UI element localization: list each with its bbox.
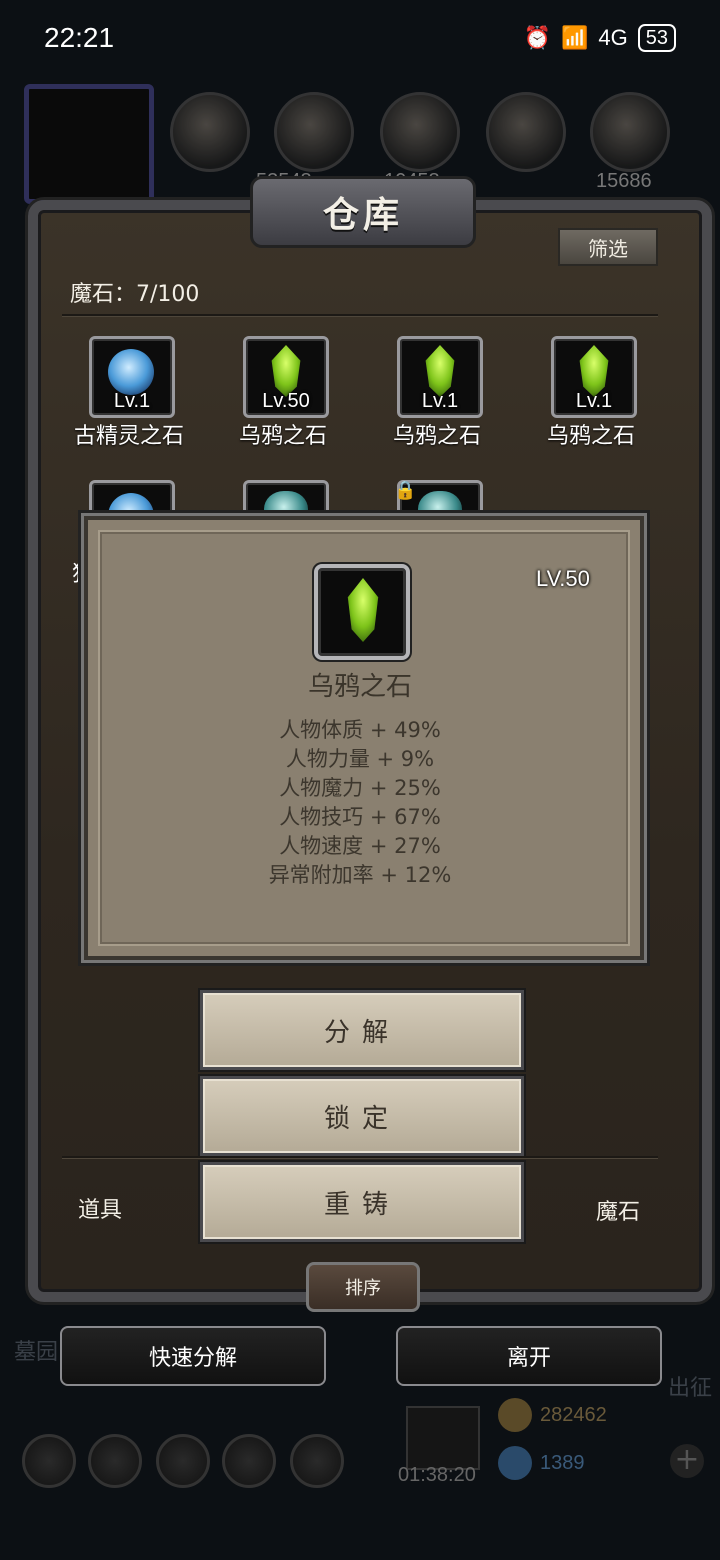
gift-timer: 01:38:20 <box>398 1464 476 1486</box>
avatar[interactable] <box>24 84 154 204</box>
quick-decompose-button[interactable]: 快速分解 <box>60 1326 326 1386</box>
tab-magic-stones[interactable]: 魔石 <box>596 1194 640 1226</box>
leave-button[interactable]: 离开 <box>396 1326 662 1386</box>
location-label: 墓园 <box>14 1340 59 1365</box>
mail-icon[interactable] <box>222 1434 276 1488</box>
settings-icon[interactable] <box>22 1434 76 1488</box>
status-bar: 22:21 ⏰ 📶 4G 53 <box>0 0 720 80</box>
item-level: Lv.1 <box>575 390 613 412</box>
gold-icon <box>498 1398 532 1432</box>
status-time: 22:21 <box>44 22 115 53</box>
resource-wood-icon <box>274 92 354 172</box>
divider <box>62 1156 658 1159</box>
stat-line: 人物力量 + 9% <box>285 747 435 771</box>
filter-button[interactable]: 筛选 <box>558 228 658 266</box>
lock-button[interactable]: 锁定 <box>200 1076 524 1156</box>
sort-button[interactable]: 排序 <box>306 1262 420 1312</box>
gem-amount: 1389 <box>540 1452 585 1474</box>
stat-line: 人物魔力 + 25% <box>279 776 441 800</box>
wifi-icon: 📶 <box>560 25 589 50</box>
panel-title: 仓库 <box>250 176 476 248</box>
divider <box>62 314 658 317</box>
lock-icon: 🔒 <box>394 480 417 501</box>
chat-icon[interactable] <box>290 1434 344 1488</box>
item-slot[interactable]: Lv.1 <box>89 336 175 418</box>
inventory-item[interactable]: Lv.1 古精灵之石 <box>54 336 204 450</box>
stat-line: 人物速度 + 27% <box>279 834 441 858</box>
network-label: 4G <box>598 25 628 50</box>
expedition-label[interactable]: 出征 <box>668 1370 712 1402</box>
item-name: 乌鸦之石 <box>546 424 635 449</box>
stat-line: 人物技巧 + 67% <box>279 805 441 829</box>
reforge-button[interactable]: 重铸 <box>200 1162 524 1242</box>
add-icon[interactable]: + <box>670 1444 704 1478</box>
green-crystal-icon <box>347 578 379 642</box>
resource-amount: 15686 <box>596 170 652 192</box>
item-slot[interactable]: Lv.1 <box>551 336 637 418</box>
resource-iron-icon <box>590 92 670 172</box>
resource-stone-icon <box>380 92 460 172</box>
detail-item-icon <box>314 564 410 660</box>
alarm-icon: ⏰ <box>523 25 551 50</box>
gem-count-label: 魔石：7/100 <box>70 282 200 307</box>
badge-icon[interactable] <box>88 1434 142 1488</box>
item-slot[interactable]: Lv.1 <box>397 336 483 418</box>
stat-line: 异常附加率 + 12% <box>268 863 452 887</box>
status-icons: ⏰ 📶 4G 53 <box>524 24 676 52</box>
resource-meat-icon <box>170 92 250 172</box>
detail-stats: 人物体质 + 49% 人物力量 + 9% 人物魔力 + 25% 人物技巧 + 6… <box>84 716 636 890</box>
item-name: 乌鸦之石 <box>238 424 327 449</box>
inventory-item[interactable]: Lv.50 乌鸦之石 <box>208 336 358 450</box>
item-slot[interactable]: Lv.50 <box>243 336 329 418</box>
gold-amount: 282462 <box>540 1404 607 1426</box>
inventory-item[interactable]: Lv.1 乌鸦之石 <box>516 336 666 450</box>
item-name: 古精灵之石 <box>73 424 184 449</box>
gift-box-icon[interactable] <box>406 1406 480 1470</box>
inventory-item[interactable]: Lv.1 乌鸦之石 <box>362 336 512 450</box>
gem-currency-icon <box>498 1446 532 1480</box>
item-name: 乌鸦之石 <box>392 424 481 449</box>
blue-orb-icon <box>108 349 154 395</box>
ranking-icon[interactable] <box>156 1434 210 1488</box>
item-level: Lv.1 <box>421 390 459 412</box>
detail-name: 乌鸦之石 <box>307 672 412 702</box>
detail-level: LV.50 <box>536 566 590 591</box>
item-level: Lv.50 <box>262 390 310 412</box>
decompose-button[interactable]: 分解 <box>200 990 524 1070</box>
resource-crystal-icon <box>486 92 566 172</box>
item-level: Lv.1 <box>113 390 151 412</box>
stat-line: 人物体质 + 49% <box>279 718 441 742</box>
battery-icon: 53 <box>637 24 676 52</box>
tab-items[interactable]: 道具 <box>78 1192 122 1224</box>
